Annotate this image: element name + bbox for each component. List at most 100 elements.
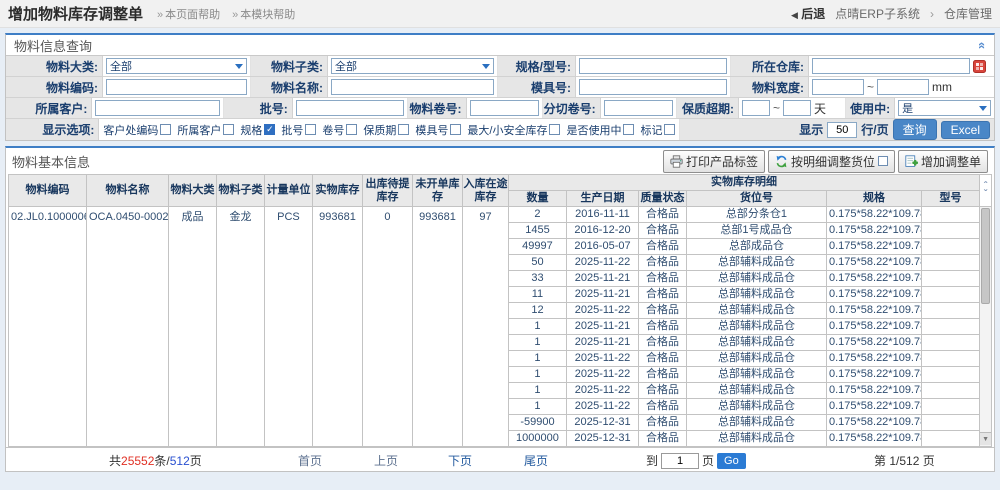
detail-column-header: 生产日期 [566, 191, 638, 207]
checkbox-icon[interactable] [664, 124, 675, 135]
display-option[interactable]: 客户处编码 [103, 122, 171, 138]
shelf-min-input[interactable] [742, 100, 770, 116]
detail-cell: 合格品 [638, 207, 686, 223]
breadcrumb-separator-icon: › [930, 7, 934, 21]
checkbox-icon[interactable] [398, 124, 409, 135]
display-option[interactable]: 模具号 [415, 122, 461, 138]
module-help-link[interactable]: »本模块帮助 [232, 6, 295, 22]
detail-column-header: 规格 [826, 191, 921, 207]
display-option[interactable]: 最大/小安全库存 [467, 122, 560, 138]
adjust-location-icon [775, 155, 788, 168]
table-body: 02.JL0.1000006OCA.0450-0002-A成品金龙PCS9936… [8, 207, 991, 447]
checkbox-icon[interactable] [223, 124, 234, 135]
detail-cell: 0.175*58.22*109.78 [826, 399, 921, 415]
first-page-link[interactable]: 首页 [298, 452, 322, 469]
detail-cell: 1 [508, 335, 566, 351]
excel-button[interactable]: Excel [941, 121, 990, 139]
detail-cell: 总部辅料成品仓 [686, 319, 826, 335]
customer-input[interactable] [95, 100, 220, 116]
goto-page-input[interactable] [661, 453, 699, 469]
checkbox-icon[interactable] [450, 124, 461, 135]
detail-cell: 2025-11-21 [566, 271, 638, 287]
display-option[interactable]: 批号 [281, 122, 316, 138]
display-option[interactable]: 所属客户 [177, 122, 234, 138]
print-labels-button[interactable]: 打印产品标签 [663, 150, 765, 173]
in-use-select[interactable]: 是 [898, 100, 991, 116]
collapse-panel-icon[interactable]: « [975, 41, 990, 48]
detail-cell: 0.175*58.22*109.78 [826, 223, 921, 239]
next-page-link[interactable]: 下页 [448, 452, 472, 469]
display-option[interactable]: 规格✓ [240, 122, 275, 138]
add-adjustment-button[interactable]: 增加调整单 [898, 150, 988, 173]
width-max-input[interactable] [877, 79, 929, 95]
chevron-down-icon [979, 106, 987, 111]
detail-cell: 合格品 [638, 287, 686, 303]
show-label: 显示 [799, 121, 823, 138]
detail-cell: 1 [508, 383, 566, 399]
main-row-cell: 993681 [312, 207, 362, 447]
warehouse-lookup-icon[interactable] [973, 60, 986, 73]
detail-cell: 49997 [508, 239, 566, 255]
detail-cell: 2025-12-31 [566, 431, 638, 447]
detail-cell: 2025-11-22 [566, 399, 638, 415]
detail-cell [921, 239, 979, 255]
prev-page-link[interactable]: 上页 [374, 452, 398, 469]
search-button[interactable]: 查询 [893, 119, 937, 140]
column-header: 实物库存 [312, 175, 362, 207]
adjust-by-detail-button[interactable]: 按明细调整货位 [768, 150, 895, 173]
shelf-max-input[interactable] [783, 100, 811, 116]
checkbox-icon[interactable] [346, 124, 357, 135]
page-size-input[interactable] [827, 122, 857, 138]
detail-cell [921, 431, 979, 447]
display-option[interactable]: 标记 [640, 122, 675, 138]
go-button[interactable]: Go [717, 453, 746, 469]
slit-roll-label: 分切卷号: [543, 98, 601, 118]
goto-unit: 页 [702, 452, 714, 469]
detail-collapse-control[interactable] [980, 175, 992, 207]
checkbox-icon[interactable]: ✓ [264, 124, 275, 135]
chevron-down-icon [482, 64, 490, 69]
checkbox-icon[interactable] [305, 124, 316, 135]
detail-cell: 合格品 [638, 383, 686, 399]
display-option[interactable]: 保质期 [363, 122, 409, 138]
roll-input[interactable] [470, 100, 539, 116]
spec-input[interactable] [579, 58, 727, 74]
code-input[interactable] [106, 79, 247, 95]
detail-cell [921, 287, 979, 303]
scrollbar-thumb[interactable] [981, 208, 990, 304]
batch-input[interactable] [296, 100, 405, 116]
mold-input[interactable] [579, 79, 727, 95]
query-panel: 物料信息查询 « 物料大类: 全部 物料子类: 全部 规格/型号: 所在仓库: … [5, 33, 995, 141]
width-unit: mm [932, 80, 952, 94]
name-input[interactable] [331, 79, 494, 95]
subcategory-select[interactable]: 全部 [331, 58, 494, 74]
slit-roll-input[interactable] [604, 100, 673, 116]
warehouse-input[interactable] [812, 58, 970, 74]
width-min-input[interactable] [812, 79, 864, 95]
detail-cell: 0.175*58.22*109.78 [826, 319, 921, 335]
back-button[interactable]: ◀ 后退 [791, 5, 825, 22]
width-label: 物料宽度: [731, 77, 809, 97]
category-select[interactable]: 全部 [106, 58, 247, 74]
detail-cell: 总部辅料成品仓 [686, 415, 826, 431]
display-option[interactable]: 卷号 [322, 122, 357, 138]
checkbox-icon[interactable] [623, 124, 634, 135]
detail-cell: 合格品 [638, 367, 686, 383]
detail-scrollbar[interactable]: ▼ [980, 207, 992, 447]
category-label: 物料大类: [6, 56, 103, 76]
display-option[interactable]: 是否使用中 [566, 122, 634, 138]
detail-cell: 总部辅料成品仓 [686, 431, 826, 447]
detail-cell: 合格品 [638, 303, 686, 319]
adjust-by-detail-checkbox[interactable] [878, 156, 888, 166]
detail-cell: 合格品 [638, 415, 686, 431]
checkbox-icon[interactable] [160, 124, 171, 135]
spec-label: 规格/型号: [498, 56, 576, 76]
last-page-link[interactable]: 尾页 [524, 452, 548, 469]
breadcrumb-module[interactable]: 仓库管理 [944, 5, 992, 22]
breadcrumb-subsystem[interactable]: 点晴ERP子系统 [835, 5, 920, 22]
checkbox-icon[interactable] [549, 124, 560, 135]
page-help-link[interactable]: »本页面帮助 [157, 6, 220, 22]
name-label: 物料名称: [251, 77, 328, 97]
goto-label: 到 [646, 452, 658, 469]
scroll-down-arrow[interactable]: ▼ [980, 432, 991, 445]
